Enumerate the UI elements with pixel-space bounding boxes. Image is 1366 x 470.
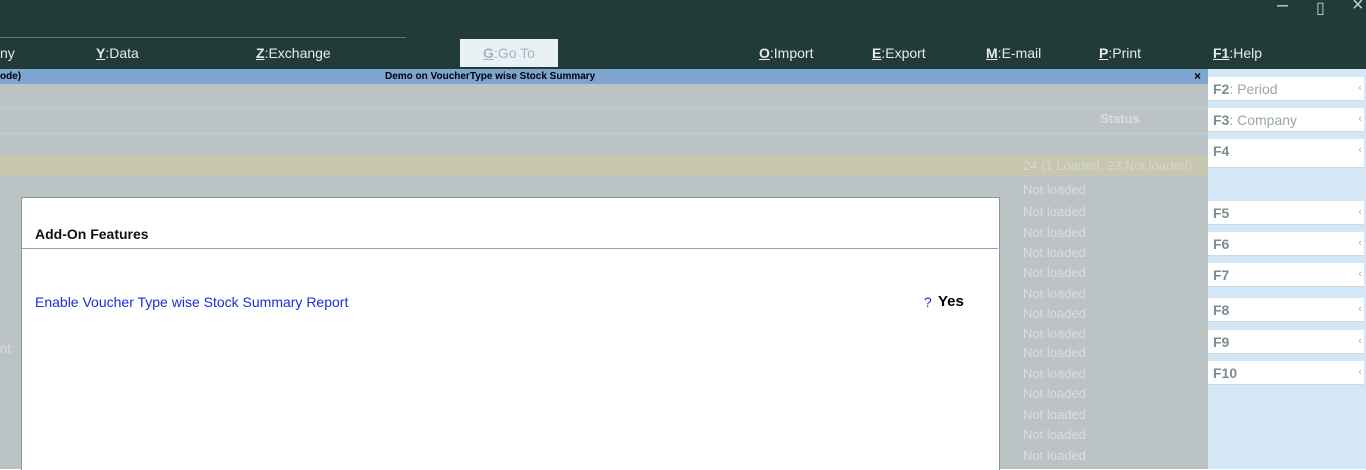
window-close-icon[interactable]: × <box>1352 0 1364 17</box>
status-column-header: Status <box>1100 111 1140 126</box>
report-title: Demo on VoucherType wise Stock Summary <box>385 71 596 82</box>
f3-company-button[interactable]: F3: Company ‹ <box>1208 108 1364 132</box>
enable-voucher-type-stock-summary-label: Enable Voucher Type wise Stock Summary R… <box>35 294 349 310</box>
row-status: Not loaded <box>1023 345 1086 360</box>
row-status: Not loaded <box>1023 286 1086 301</box>
chevron-left-icon: ‹ <box>1358 144 1362 156</box>
enable-voucher-type-stock-summary-value[interactable]: Yes <box>938 293 964 310</box>
row-status: Not loaded <box>1023 427 1086 442</box>
chevron-left-icon: ‹ <box>1358 82 1362 94</box>
menu-import[interactable]: O:Import <box>759 45 813 61</box>
row-status: Not loaded <box>1023 386 1086 401</box>
f8-button[interactable]: F8 ‹ <box>1208 298 1364 322</box>
report-title-bar <box>0 69 1208 84</box>
divider <box>0 133 1208 134</box>
row-status: Not loaded <box>1023 265 1086 280</box>
dialog-title: Add-On Features <box>35 226 149 242</box>
chevron-left-icon: ‹ <box>1358 366 1362 378</box>
chevron-left-icon: ‹ <box>1358 113 1362 125</box>
background-text-fragment: nt <box>0 341 11 356</box>
row-status: Not loaded <box>1023 225 1086 240</box>
f6-button[interactable]: F6 ‹ <box>1208 232 1364 256</box>
minimize-icon[interactable]: – <box>1277 0 1288 17</box>
menu-print[interactable]: P:Print <box>1099 45 1141 61</box>
f9-button[interactable]: F9 ‹ <box>1208 330 1364 354</box>
menu-separator-line <box>0 37 406 38</box>
chevron-left-icon: ‹ <box>1358 303 1362 315</box>
menu-help[interactable]: F1:Help <box>1213 45 1262 61</box>
add-on-features-dialog <box>21 197 1000 470</box>
row-status: Not loaded <box>1023 182 1086 197</box>
f4-button[interactable]: F4 ‹ <box>1208 139 1364 168</box>
menu-email[interactable]: M:E-mail <box>986 45 1041 61</box>
row-status: Not loaded <box>1023 306 1086 321</box>
option-prompt-marker: ? <box>924 294 932 310</box>
report-close-icon[interactable]: × <box>1194 68 1201 84</box>
divider <box>0 108 1208 109</box>
row-status: Not loaded <box>1023 204 1086 219</box>
row-status: Not loaded <box>1023 326 1086 341</box>
f5-button[interactable]: F5 ‹ <box>1208 201 1364 225</box>
menu-data[interactable]: Y:Data <box>96 45 139 61</box>
top-menu-bar <box>0 0 1366 69</box>
row-status: Not loaded <box>1023 407 1086 422</box>
chevron-left-icon: ‹ <box>1358 237 1362 249</box>
title-mode-fragment: ode) <box>0 71 22 82</box>
f2-period-button[interactable]: F2: Period ‹ <box>1208 77 1364 101</box>
dialog-title-divider <box>22 248 998 249</box>
menu-exchange[interactable]: Z:Exchange <box>256 45 331 61</box>
menu-company-partial[interactable]: ny <box>0 45 15 61</box>
menu-goto-button[interactable]: G: Go To <box>460 39 558 67</box>
chevron-left-icon: ‹ <box>1358 268 1362 280</box>
f10-button[interactable]: F10 ‹ <box>1208 361 1364 385</box>
row-status: Not loaded <box>1023 448 1086 463</box>
row-status: Not loaded <box>1023 245 1086 260</box>
chevron-left-icon: ‹ <box>1358 335 1362 347</box>
menu-export[interactable]: E:Export <box>872 45 926 61</box>
restore-icon[interactable]: ▯ <box>1316 0 1325 18</box>
companies-count-text: 24 (1 Loaded, 23 Not loaded) <box>1023 158 1193 173</box>
f7-button[interactable]: F7 ‹ <box>1208 263 1364 287</box>
chevron-left-icon: ‹ <box>1358 206 1362 218</box>
row-status: Not loaded <box>1023 366 1086 381</box>
